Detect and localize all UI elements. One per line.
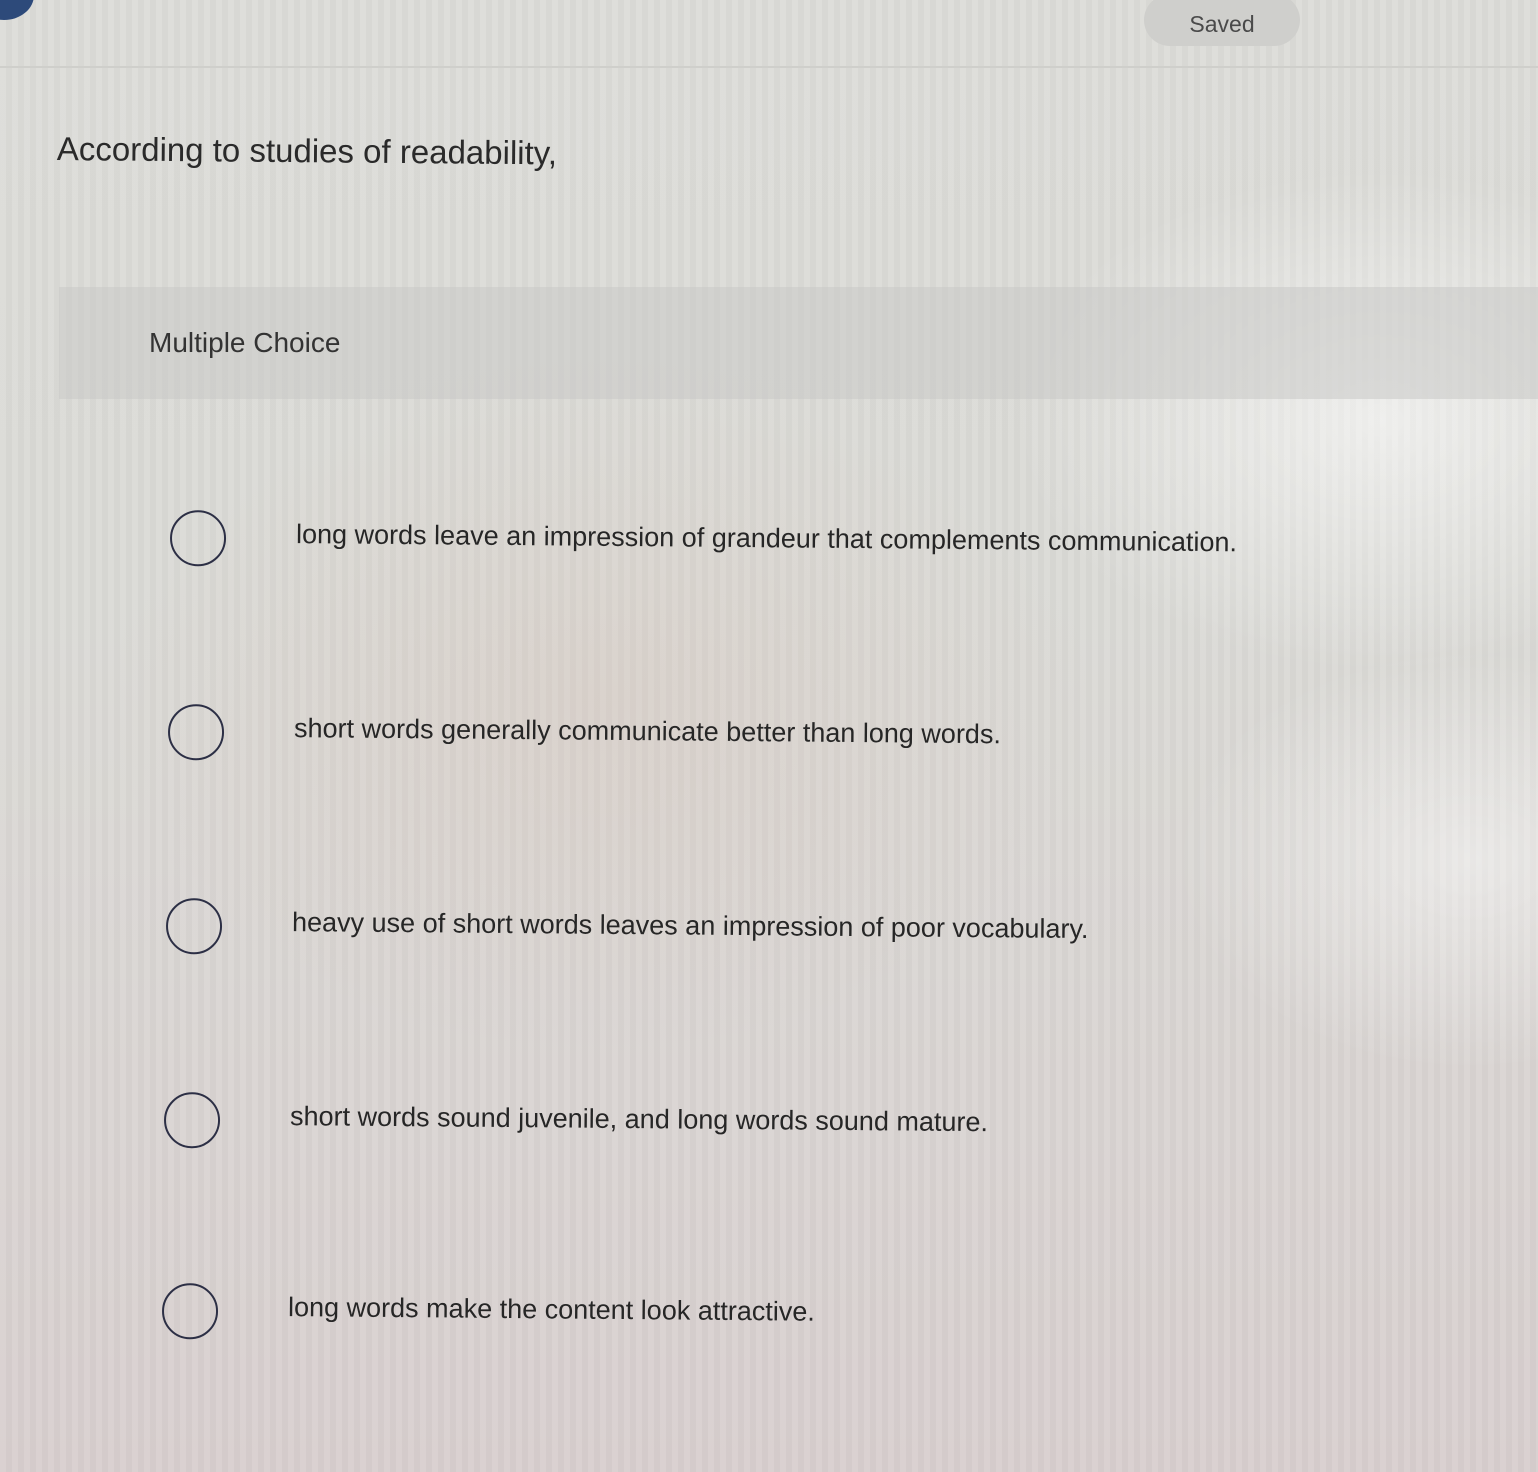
- info-icon[interactable]: [0, 0, 34, 20]
- question-type-label: Multiple Choice: [149, 327, 341, 358]
- answer-option-text[interactable]: short words generally communicate better…: [294, 713, 1001, 750]
- answer-option[interactable]: short words sound juvenile, and long wor…: [163, 1092, 988, 1156]
- question-prompt: According to studies of readability,: [56, 130, 558, 172]
- radio-button-icon[interactable]: [163, 1092, 221, 1149]
- answer-option-text[interactable]: heavy use of short words leaves an impre…: [292, 907, 1089, 945]
- answer-option-text[interactable]: short words sound juvenile, and long wor…: [290, 1101, 988, 1138]
- answer-option-text[interactable]: long words make the content look attract…: [288, 1292, 815, 1328]
- answer-option[interactable]: short words generally communicate better…: [167, 704, 1001, 768]
- answer-option[interactable]: long words make the content look attract…: [161, 1283, 815, 1347]
- radio-button-icon[interactable]: [165, 898, 223, 955]
- answer-option-text[interactable]: long words leave an impression of grande…: [296, 519, 1237, 558]
- answer-option[interactable]: long words leave an impression of grande…: [169, 510, 1237, 574]
- radio-button-icon[interactable]: [167, 704, 225, 761]
- radio-button-icon[interactable]: [169, 510, 227, 567]
- question-type-header: Multiple Choice: [59, 287, 1538, 399]
- answer-option[interactable]: heavy use of short words leaves an impre…: [165, 898, 1089, 962]
- top-bar: Saved: [0, 0, 1538, 68]
- saved-status-badge: Saved: [1144, 0, 1300, 46]
- radio-button-icon[interactable]: [161, 1283, 219, 1340]
